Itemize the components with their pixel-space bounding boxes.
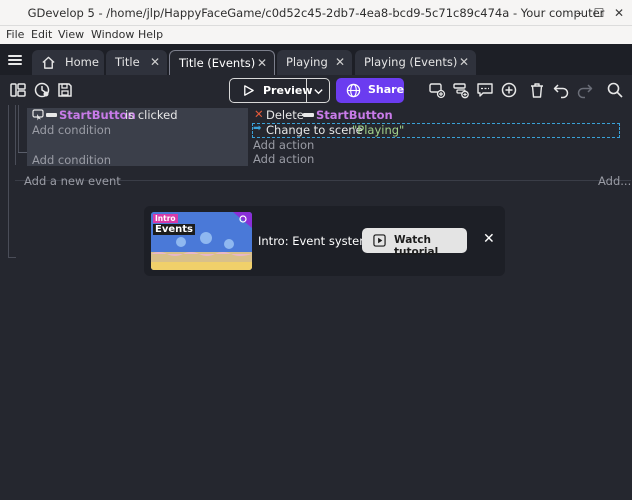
tutorial-close-icon[interactable]: ✕ bbox=[483, 231, 495, 247]
tutorial-thumbnail[interactable]: Intro Events bbox=[151, 212, 252, 270]
editor-tab-bar: Home Title ✕ Title (Events) ✕ Playing ✕ … bbox=[0, 44, 632, 75]
event-indent-line bbox=[18, 105, 19, 152]
menu-window[interactable]: Window bbox=[91, 28, 134, 41]
add-action-link-2[interactable]: Add action bbox=[253, 152, 314, 166]
tab-home-label: Home bbox=[65, 55, 99, 69]
delete-action-object[interactable]: StartButton bbox=[316, 108, 393, 122]
add-condition-link-2[interactable]: Add condition bbox=[32, 153, 111, 167]
save-icon[interactable] bbox=[56, 81, 74, 99]
preview-button[interactable]: Preview bbox=[229, 78, 330, 103]
watch-tutorial-label: Watch tutorial bbox=[394, 234, 439, 258]
play-icon bbox=[244, 85, 254, 96]
events-toolbar: Preview Share bbox=[0, 75, 632, 105]
event-tree-line bbox=[8, 105, 9, 258]
change-scene-icon: ➡ bbox=[253, 123, 262, 134]
chevron-down-icon[interactable] bbox=[313, 86, 324, 97]
sprite-object-icon bbox=[303, 113, 314, 117]
tab-title[interactable]: Title ✕ bbox=[106, 50, 167, 75]
change-scene-value[interactable]: "Playing" bbox=[352, 123, 404, 137]
tab-title-label: Title bbox=[115, 55, 140, 69]
video-play-icon bbox=[373, 234, 386, 247]
preview-divider bbox=[306, 79, 307, 102]
menu-help[interactable]: Help bbox=[138, 28, 163, 41]
tab-playing-events-close-icon[interactable]: ✕ bbox=[459, 50, 469, 75]
delete-icon[interactable] bbox=[528, 81, 546, 99]
share-button[interactable]: Share bbox=[336, 78, 404, 103]
add-action-link[interactable]: Add action bbox=[253, 138, 314, 152]
tab-playing-events-label: Playing (Events) bbox=[364, 55, 458, 69]
tab-playing-events[interactable]: Playing (Events) ✕ bbox=[355, 50, 476, 75]
hamburger-menu-icon[interactable] bbox=[8, 55, 22, 65]
window-titlebar: GDevelop 5 - /home/jlp/HappyFaceGame/c0d… bbox=[0, 0, 632, 26]
tab-title-close-icon[interactable]: ✕ bbox=[150, 50, 160, 75]
mouse-click-icon bbox=[32, 109, 44, 121]
add-comment-icon[interactable] bbox=[476, 81, 494, 99]
tutorial-card: Intro Events Intro: Event system Watch t… bbox=[144, 206, 505, 276]
subevent-tree-line bbox=[15, 105, 16, 165]
tab-title-events-label: Title (Events) bbox=[179, 56, 256, 70]
menu-view[interactable]: View bbox=[58, 28, 84, 41]
event-tree-line-end bbox=[8, 257, 16, 258]
close-window-button[interactable]: ✕ bbox=[610, 4, 628, 22]
add-subevent-icon[interactable] bbox=[452, 81, 470, 99]
sprite-object-icon bbox=[46, 113, 57, 117]
tutorial-thumbnail-title: Events bbox=[153, 224, 195, 235]
tab-playing-label: Playing bbox=[286, 55, 328, 69]
globe-icon bbox=[346, 83, 361, 98]
undo-icon[interactable] bbox=[552, 81, 570, 99]
home-icon bbox=[42, 56, 55, 69]
menu-bar: File Edit View Window Help bbox=[0, 26, 632, 44]
tab-playing[interactable]: Playing ✕ bbox=[277, 50, 352, 75]
watch-tutorial-button[interactable]: Watch tutorial bbox=[362, 228, 467, 258]
change-scene-text[interactable]: Change to scene bbox=[266, 123, 363, 137]
window-title: GDevelop 5 - /home/jlp/HappyFaceGame/c0d… bbox=[27, 6, 605, 20]
delete-action-text[interactable]: Delete bbox=[266, 108, 304, 122]
tab-title-events-close-icon[interactable]: ✕ bbox=[257, 51, 267, 76]
history-icon[interactable] bbox=[33, 81, 51, 99]
menu-edit[interactable]: Edit bbox=[31, 28, 52, 41]
tutorial-thumbnail-badge: Intro bbox=[153, 214, 178, 223]
add-new-event-link[interactable]: Add a new event bbox=[24, 174, 121, 188]
maximize-button[interactable]: ☐ bbox=[590, 4, 608, 22]
panels-icon[interactable] bbox=[9, 81, 27, 99]
condition-text[interactable]: is clicked bbox=[125, 108, 178, 122]
tutorial-title: Intro: Event system bbox=[258, 234, 371, 248]
share-label: Share bbox=[368, 83, 405, 96]
add-event-icon[interactable] bbox=[428, 81, 446, 99]
add-icon[interactable] bbox=[500, 81, 518, 99]
tab-title-events[interactable]: Title (Events) ✕ bbox=[169, 50, 275, 75]
add-condition-link[interactable]: Add condition bbox=[32, 123, 111, 137]
add-more-link[interactable]: Add... bbox=[598, 174, 631, 188]
search-icon[interactable] bbox=[606, 81, 624, 99]
menu-file[interactable]: File bbox=[6, 28, 24, 41]
redo-icon[interactable] bbox=[576, 81, 594, 99]
tab-playing-close-icon[interactable]: ✕ bbox=[335, 50, 345, 75]
minimize-button[interactable]: – bbox=[570, 4, 588, 22]
events-sheet: StartButton is clicked Add condition Add… bbox=[0, 105, 632, 500]
delete-action-icon: ✕ bbox=[254, 107, 264, 121]
tab-home[interactable]: Home bbox=[32, 50, 104, 75]
